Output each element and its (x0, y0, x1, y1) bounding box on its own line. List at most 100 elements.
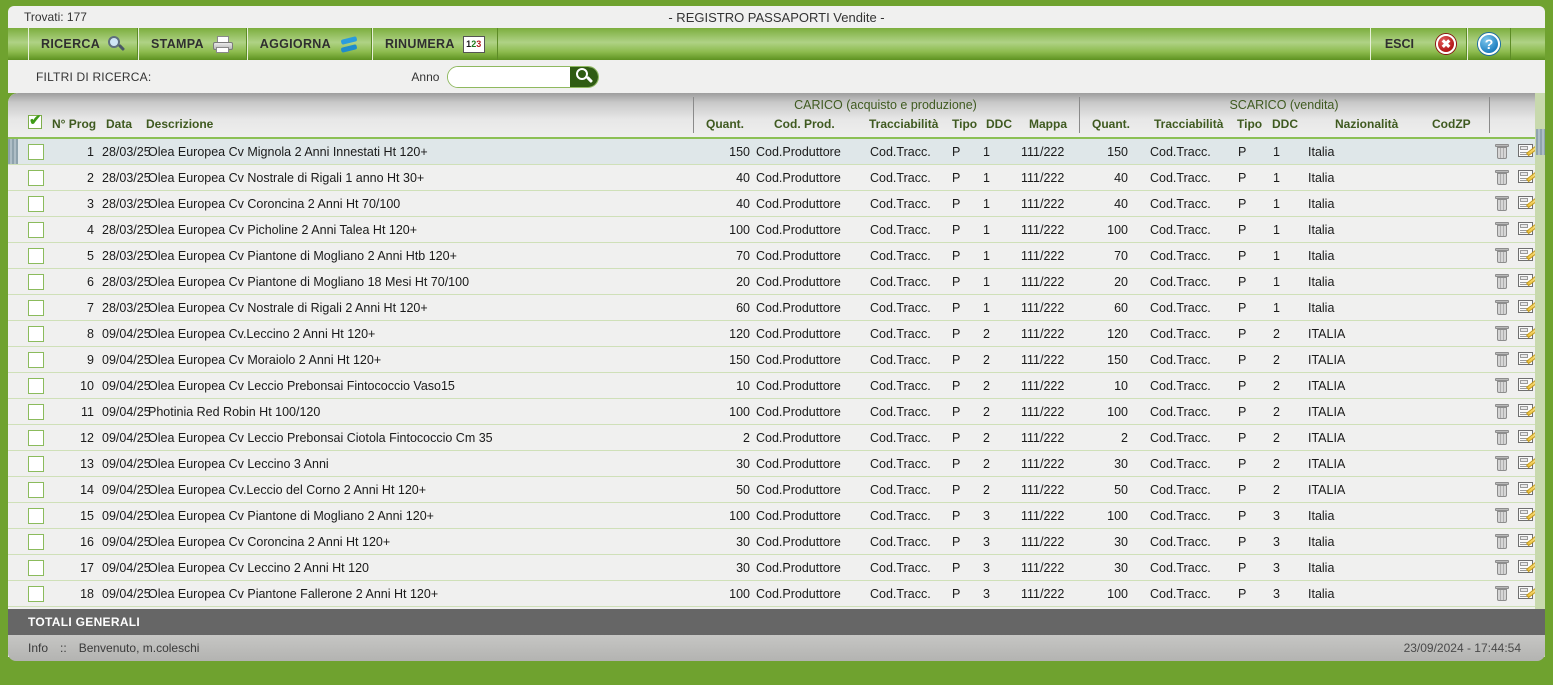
trash-icon[interactable] (1495, 508, 1509, 523)
trash-icon[interactable] (1495, 534, 1509, 549)
column-header-scarico-nazionalita[interactable]: Nazionalità (1335, 117, 1398, 131)
edit-document-icon[interactable] (1518, 248, 1538, 263)
column-header-carico-tipo[interactable]: Tipo (952, 117, 977, 131)
edit-document-icon[interactable] (1518, 274, 1538, 289)
trash-icon[interactable] (1495, 144, 1509, 159)
edit-document-icon[interactable] (1518, 222, 1538, 237)
rinumera-button[interactable]: RINUMERA 123 (371, 28, 498, 60)
table-row[interactable]: 18 09/04/25 Olea Europea Cv Piantone Falle… (8, 581, 1545, 607)
column-header-scarico-quant[interactable]: Quant. (1092, 117, 1130, 131)
trash-icon[interactable] (1495, 222, 1509, 237)
vertical-scrollbar[interactable] (1536, 93, 1545, 607)
edit-document-icon[interactable] (1518, 144, 1538, 159)
edit-document-icon[interactable] (1518, 378, 1538, 393)
trash-icon[interactable] (1495, 378, 1509, 393)
cell-data: 28/03/25 (102, 197, 151, 211)
trash-icon[interactable] (1495, 586, 1509, 601)
trash-icon[interactable] (1495, 274, 1509, 289)
trash-icon[interactable] (1495, 170, 1509, 185)
edit-document-icon[interactable] (1518, 196, 1538, 211)
edit-document-icon[interactable] (1518, 430, 1538, 445)
edit-document-icon[interactable] (1518, 352, 1538, 367)
table-row[interactable]: 11 09/04/25 Photinia Red Robin Ht 100/120 1… (8, 399, 1545, 425)
table-row[interactable]: 9 09/04/25 Olea Europea Cv Moraiolo 2 Anni… (8, 347, 1545, 373)
edit-document-icon[interactable] (1518, 456, 1538, 471)
cell-descrizione: Olea Europea Cv Coroncina 2 Anni Ht 120+ (148, 535, 391, 549)
cell-carico-tracciabilita: Cod.Tracc. (870, 483, 931, 497)
table-row[interactable]: 3 28/03/25 Olea Europea Cv Coroncina 2 Ann… (8, 191, 1545, 217)
aggiorna-button[interactable]: AGGIORNA (246, 28, 372, 60)
trash-icon[interactable] (1495, 560, 1509, 575)
cell-descrizione: Olea Europea Cv Leccio Prebonsai Ciotola… (148, 431, 493, 445)
trash-icon[interactable] (1495, 482, 1509, 497)
column-header-scarico-tracciabilita[interactable]: Tracciabilità (1154, 117, 1223, 131)
table-row[interactable]: 14 09/04/25 Olea Europea Cv.Leccio del Cor… (8, 477, 1545, 503)
esci-button[interactable]: ESCI ✖ (1369, 28, 1467, 60)
cell-carico-cod-prod: Cod.Produttore (756, 561, 841, 575)
table-row[interactable]: 13 09/04/25 Olea Europea Cv Leccino 3 Anni… (8, 451, 1545, 477)
anno-input[interactable] (448, 66, 571, 87)
renumber-123-icon: 123 (462, 35, 485, 53)
cell-n-prog: 11 (81, 405, 94, 419)
cell-carico-ddc: 2 (983, 405, 990, 419)
anno-search-button[interactable] (570, 66, 599, 87)
table-row[interactable]: 6 28/03/25 Olea Europea Cv Piantone di Mog… (8, 269, 1545, 295)
edit-document-icon[interactable] (1518, 534, 1538, 549)
column-header-scarico-codzp[interactable]: CodZP (1432, 117, 1471, 131)
table-row[interactable]: 1 28/03/25 Olea Europea Cv Mignola 2 Anni … (8, 139, 1545, 165)
table-row[interactable]: 17 09/04/25 Olea Europea Cv Leccino 2 Anni… (8, 555, 1545, 581)
column-header-n-prog[interactable]: N° Prog (52, 117, 96, 131)
cell-carico-quant: 100 (729, 587, 750, 601)
cell-carico-tracciabilita: Cod.Tracc. (870, 249, 931, 263)
stampa-button[interactable]: STAMPA (138, 28, 247, 60)
select-all-checkbox[interactable] (28, 111, 42, 129)
cell-carico-tracciabilita: Cod.Tracc. (870, 275, 931, 289)
trash-icon[interactable] (1495, 196, 1509, 211)
cell-data: 09/04/25 (102, 457, 151, 471)
column-header-scarico-tipo[interactable]: Tipo (1237, 117, 1262, 131)
table-row[interactable]: 12 09/04/25 Olea Europea Cv Leccio Prebons… (8, 425, 1545, 451)
cell-scarico-codzp (1428, 581, 1484, 607)
cell-carico-quant: 70 (736, 249, 750, 263)
scrollbar-thumb[interactable] (1536, 129, 1545, 155)
table-row[interactable]: 4 28/03/25 Olea Europea Cv Picholine 2 Ann… (8, 217, 1545, 243)
anno-search-box (447, 65, 600, 88)
cell-carico-tipo: P (952, 197, 961, 211)
edit-document-icon[interactable] (1518, 482, 1538, 497)
trash-icon[interactable] (1495, 352, 1509, 367)
table-row[interactable]: 15 09/04/25 Olea Europea Cv Piantone di Mo… (8, 503, 1545, 529)
table-row[interactable]: 7 28/03/25 Olea Europea Cv Nostrale di Rig… (8, 295, 1545, 321)
edit-document-icon[interactable] (1518, 586, 1538, 601)
help-button[interactable]: ? (1467, 28, 1511, 60)
table-row[interactable]: 5 28/03/25 Olea Europea Cv Piantone di Mog… (8, 243, 1545, 269)
column-header-carico-mappa[interactable]: Mappa (1029, 117, 1067, 131)
table-row[interactable]: 8 09/04/25 Olea Europea Cv.Leccino 2 Anni … (8, 321, 1545, 347)
column-header-data[interactable]: Data (106, 117, 132, 131)
table-row[interactable]: 2 28/03/25 Olea Europea Cv Nostrale di Rig… (8, 165, 1545, 191)
cell-carico-tracciabilita: Cod.Tracc. (870, 145, 931, 159)
edit-document-icon[interactable] (1518, 170, 1538, 185)
edit-document-icon[interactable] (1518, 326, 1538, 341)
cell-scarico-codzp (1428, 451, 1484, 477)
column-header-carico-ddc[interactable]: DDC (986, 117, 1012, 131)
cell-carico-quant: 10 (736, 379, 750, 393)
column-header-carico-tracciabilita[interactable]: Tracciabilità (869, 117, 938, 131)
table-row[interactable]: 10 09/04/25 Olea Europea Cv Leccio Prebons… (8, 373, 1545, 399)
trash-icon[interactable] (1495, 404, 1509, 419)
column-header-carico-cod-prod[interactable]: Cod. Prod. (774, 117, 835, 131)
edit-document-icon[interactable] (1518, 508, 1538, 523)
trash-icon[interactable] (1495, 248, 1509, 263)
edit-document-icon[interactable] (1518, 560, 1538, 575)
column-header-descrizione[interactable]: Descrizione (146, 117, 213, 131)
edit-document-icon[interactable] (1518, 404, 1538, 419)
trash-icon[interactable] (1495, 326, 1509, 341)
trash-icon[interactable] (1495, 456, 1509, 471)
ricerca-button[interactable]: RICERCA (28, 28, 139, 60)
edit-document-icon[interactable] (1518, 300, 1538, 315)
cell-carico-tipo: P (952, 379, 961, 393)
trash-icon[interactable] (1495, 430, 1509, 445)
table-row[interactable]: 16 09/04/25 Olea Europea Cv Coroncina 2 An… (8, 529, 1545, 555)
trash-icon[interactable] (1495, 300, 1509, 315)
column-header-carico-quant[interactable]: Quant. (706, 117, 744, 131)
column-header-scarico-ddc[interactable]: DDC (1272, 117, 1298, 131)
